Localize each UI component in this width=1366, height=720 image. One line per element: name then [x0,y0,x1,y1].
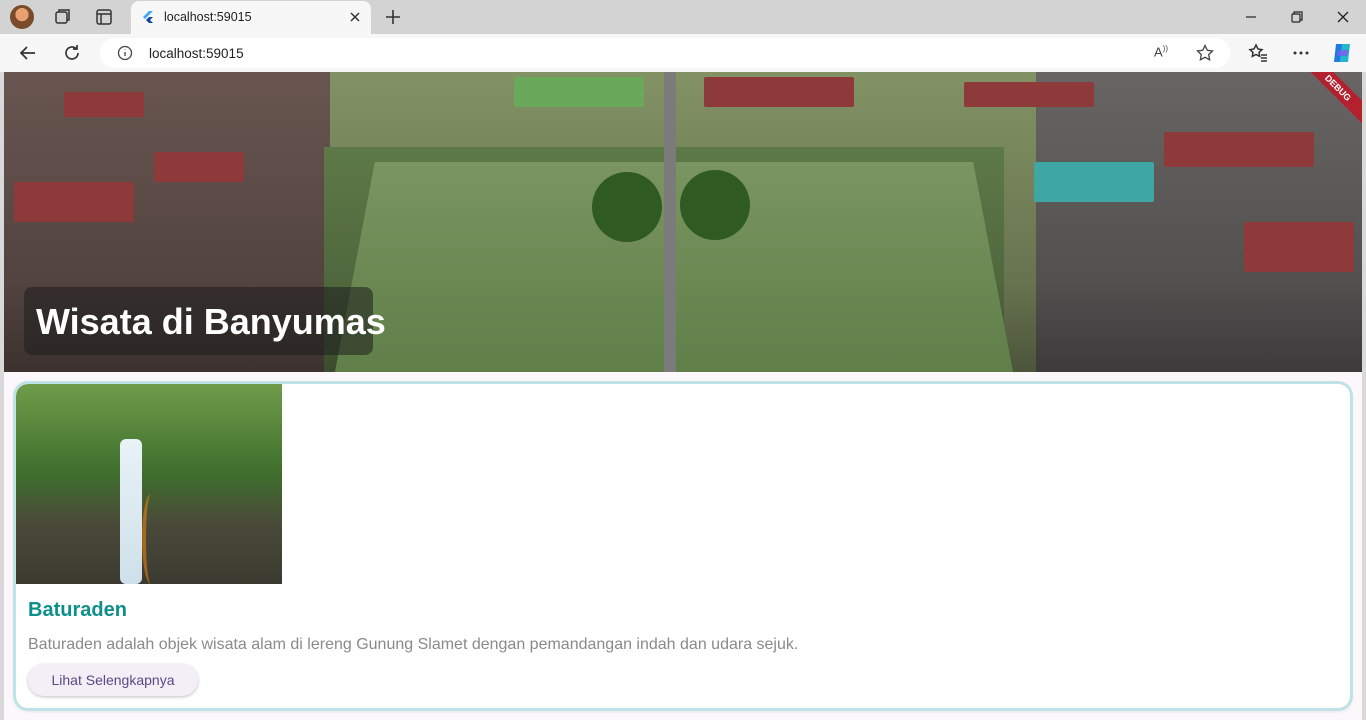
hero-tree [680,170,750,240]
favorites-icon[interactable] [1246,41,1270,65]
read-aloud-icon[interactable]: A)) [1154,44,1174,62]
copilot-icon[interactable] [1330,41,1354,65]
restore-icon[interactable] [1274,4,1320,30]
address-bar[interactable]: localhost:59015 A)) [100,38,1230,68]
hero-banner-image: Wisata di Banyumas DEBUG [4,72,1362,372]
hero-center-path [664,72,676,372]
rainbow [142,494,160,584]
tab-actions-icon[interactable] [93,6,115,28]
flutter-favicon-icon [141,10,155,24]
back-icon[interactable] [16,41,40,65]
browser-toolbar: localhost:59015 A)) [0,34,1366,72]
read-aloud-label: A [1154,44,1163,60]
hero-title: Wisata di Banyumas [36,301,386,342]
hero-tree [592,172,662,242]
workspaces-icon[interactable] [51,6,73,28]
profile-avatar-icon[interactable] [10,5,34,29]
more-icon[interactable] [1289,41,1313,65]
waterfall [120,439,142,584]
destination-image [16,384,282,584]
site-info-icon[interactable] [117,45,133,61]
close-window-icon[interactable] [1320,4,1366,30]
minimize-icon[interactable] [1228,4,1274,30]
see-more-button[interactable]: Lihat Selengkapnya [28,664,198,696]
app-page: Wisata di Banyumas DEBUG Baturaden Batur… [4,72,1362,720]
destination-card[interactable]: Baturaden Baturaden adalah objek wisata … [16,384,1350,708]
browser-tab-strip: localhost:59015 [0,0,1366,34]
new-tab-icon[interactable] [382,6,404,28]
close-tab-icon[interactable] [347,9,363,25]
destination-description: Baturaden adalah objek wisata alam di le… [28,636,799,653]
favorite-star-icon[interactable] [1196,43,1214,62]
refresh-icon[interactable] [60,41,84,65]
active-tab[interactable]: localhost:59015 [131,1,371,34]
debug-banner: DEBUG [1298,72,1362,128]
destination-title: Baturaden [28,599,127,621]
url-text[interactable]: localhost:59015 [149,46,244,61]
tab-title: localhost:59015 [164,10,252,24]
